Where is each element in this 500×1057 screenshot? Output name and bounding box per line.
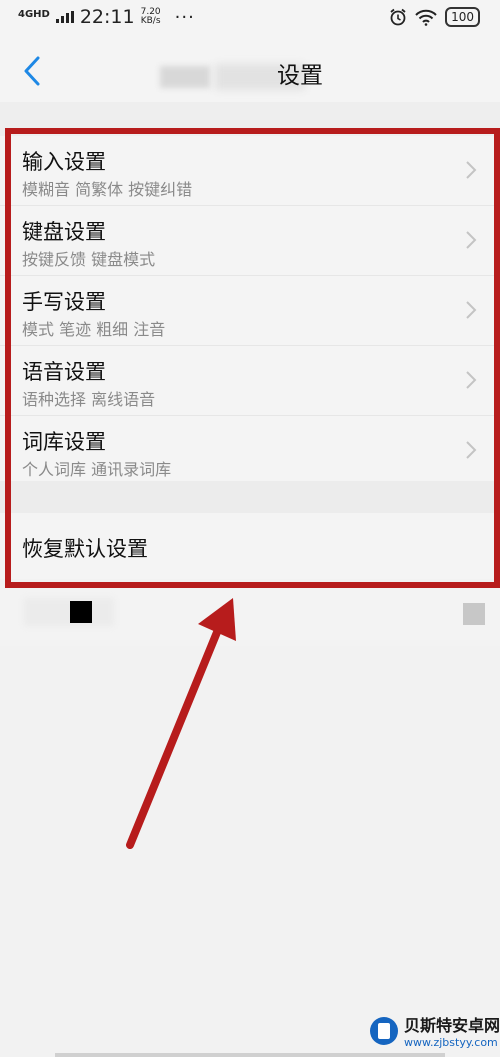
item-title: 手写设置 xyxy=(22,290,106,314)
redaction-block xyxy=(70,601,92,623)
settings-item-keyboard[interactable]: 键盘设置 按键反馈 键盘模式 xyxy=(0,206,500,276)
chevron-right-icon xyxy=(466,161,477,179)
chevron-right-icon xyxy=(466,371,477,389)
settings-item-dictionary[interactable]: 词库设置 个人词库 通讯录词库 xyxy=(0,416,500,485)
item-title: 键盘设置 xyxy=(22,220,106,244)
chevron-right-icon xyxy=(466,301,477,319)
item-title: 语音设置 xyxy=(22,360,106,384)
redaction-block xyxy=(463,603,485,625)
header-bar: 设置 xyxy=(0,38,500,102)
item-subtitle: 模式 笔迹 粗细 注音 xyxy=(22,320,166,339)
settings-item-input[interactable]: 输入设置 模糊音 简繁体 按键纠错 xyxy=(0,136,500,206)
section-gap xyxy=(0,481,500,513)
item-subtitle: 按键反馈 键盘模式 xyxy=(22,250,156,269)
watermark-logo-icon xyxy=(370,1017,398,1045)
network-type: 4GHD xyxy=(18,9,50,20)
section-gap xyxy=(0,102,500,136)
page-title: 设置 xyxy=(277,63,323,89)
item-subtitle: 语种选择 离线语音 xyxy=(22,390,156,409)
settings-item-voice[interactable]: 语音设置 语种选择 离线语音 xyxy=(0,346,500,416)
item-subtitle: 模糊音 简繁体 按键纠错 xyxy=(22,180,193,199)
item-title: 输入设置 xyxy=(22,150,106,174)
network-speed: 7.20 KB/s xyxy=(140,7,161,26)
watermark-url: www.zjbstyy.com xyxy=(404,1036,498,1049)
wifi-icon xyxy=(415,9,437,26)
alarm-icon xyxy=(390,8,406,26)
navigation-bar xyxy=(55,1053,445,1057)
battery-indicator: 100 xyxy=(445,7,480,27)
reset-label: 恢复默认设置 xyxy=(22,537,148,561)
chevron-right-icon xyxy=(466,231,477,249)
chevron-right-icon xyxy=(466,441,477,459)
obscured-row xyxy=(0,586,500,646)
signal-icon xyxy=(55,11,74,23)
more-notifications: ··· xyxy=(174,6,195,28)
watermark: 贝斯特安卓网 www.zjbstyy.com xyxy=(370,1012,500,1050)
item-title: 词库设置 xyxy=(22,430,106,454)
reset-defaults-button[interactable]: 恢复默认设置 xyxy=(0,513,500,579)
settings-item-handwriting[interactable]: 手写设置 模式 笔迹 粗细 注音 xyxy=(0,276,500,346)
watermark-brand: 贝斯特安卓网 xyxy=(404,1016,500,1035)
status-bar: 4GHD 22:11 7.20 KB/s ··· 100 xyxy=(0,0,500,38)
item-subtitle: 个人词库 通讯录词库 xyxy=(22,460,172,479)
blurred-text xyxy=(24,598,114,626)
clock: 22:11 xyxy=(79,6,135,28)
settings-list: 输入设置 模糊音 简繁体 按键纠错 键盘设置 按键反馈 键盘模式 手写设置 模式… xyxy=(0,136,500,485)
